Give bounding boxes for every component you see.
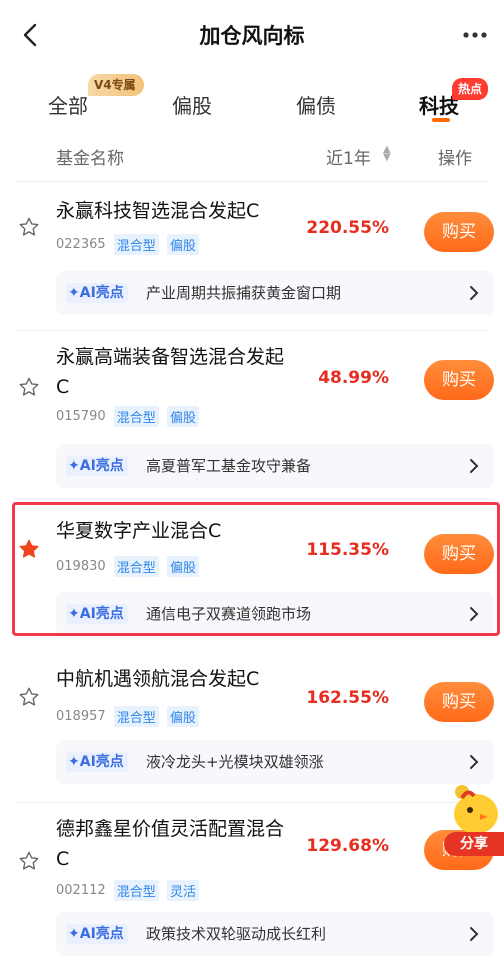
- ai-highlight-text: 高夏普军工基金攻守兼备: [146, 457, 312, 475]
- fund-meta: 002112 混合型 灵活: [56, 880, 199, 901]
- v4-exclusive-badge: V4专属: [88, 74, 144, 96]
- ai-highlight-bar[interactable]: ✦AI亮点 政策技术双轮驱动成长红利: [56, 912, 494, 956]
- row-separator: [14, 802, 490, 803]
- category-tabs: 全部 偏股 偏债 科技: [0, 70, 504, 132]
- ai-highlight-label: ✦AI亮点: [66, 456, 128, 476]
- ai-highlight-bar[interactable]: ✦AI亮点 高夏普军工基金攻守兼备: [56, 444, 494, 488]
- fund-style-tag: 偏股: [166, 406, 199, 427]
- fund-meta: 018957 混合型 偏股: [56, 706, 199, 727]
- fund-code: 002112: [56, 883, 106, 898]
- ai-highlight-text: 政策技术双轮驱动成长红利: [146, 925, 327, 943]
- row-separator: [14, 498, 490, 499]
- fund-name[interactable]: 德邦鑫星价值灵活配置混合C: [56, 814, 296, 874]
- share-button[interactable]: 分享: [444, 832, 504, 856]
- star-icon[interactable]: [18, 376, 40, 398]
- list-header: 基金名称 近1年 ▲ ▼ 操作: [0, 132, 504, 178]
- fund-name[interactable]: 永赢高端装备智选混合发起C: [56, 342, 296, 402]
- fund-return: 162.55%: [306, 688, 389, 708]
- fund-return: 220.55%: [306, 218, 389, 238]
- ai-highlight-label: ✦AI亮点: [66, 283, 128, 303]
- fund-style-tag: 灵活: [166, 880, 199, 901]
- header-fund-name: 基金名称: [56, 149, 124, 169]
- chevron-right-icon: [470, 459, 479, 473]
- fund-code: 015790: [56, 409, 106, 424]
- buy-button[interactable]: 购买: [424, 360, 494, 400]
- active-tab-indicator: [432, 118, 450, 122]
- tab-bond[interactable]: 偏债: [296, 90, 336, 119]
- top-nav-bar: 加仓风向标: [0, 0, 504, 70]
- tab-all[interactable]: 全部: [48, 90, 88, 119]
- header-divider: [14, 181, 490, 182]
- star-icon[interactable]: [18, 686, 40, 708]
- highlight-frame: [12, 502, 500, 636]
- header-action: 操作: [438, 149, 472, 169]
- fund-type-tag: 混合型: [113, 406, 159, 427]
- fund-return: 48.99%: [318, 368, 389, 388]
- buy-button[interactable]: 购买: [424, 682, 494, 722]
- fund-return: 129.68%: [306, 836, 389, 856]
- fund-code: 018957: [56, 709, 106, 724]
- hot-badge: 热点: [452, 78, 489, 100]
- fund-style-tag: 偏股: [166, 234, 199, 255]
- ai-highlight-label: ✦AI亮点: [66, 752, 128, 772]
- chevron-right-icon: [470, 755, 479, 769]
- ai-highlight-bar[interactable]: ✦AI亮点 液冷龙头+光模块双雄领涨: [56, 740, 494, 784]
- fund-name[interactable]: 中航机遇领航混合发起C: [56, 664, 306, 694]
- star-icon[interactable]: [18, 850, 40, 872]
- chevron-right-icon: [470, 286, 479, 300]
- fund-code: 022365: [56, 237, 106, 252]
- fund-style-tag: 偏股: [166, 706, 199, 727]
- fund-type-tag: 混合型: [113, 880, 159, 901]
- fund-type-tag: 混合型: [113, 234, 159, 255]
- star-icon[interactable]: [18, 216, 40, 238]
- ai-highlight-bar[interactable]: ✦AI亮点 产业周期共振捕获黄金窗口期: [56, 271, 494, 315]
- fund-name[interactable]: 永赢科技智选混合发起C: [56, 196, 306, 226]
- row-separator: [14, 330, 490, 331]
- page-title: 加仓风向标: [199, 24, 305, 48]
- buy-button[interactable]: 购买: [424, 212, 494, 252]
- sort-icon[interactable]: ▲ ▼: [383, 145, 391, 163]
- ai-highlight-text: 液冷龙头+光模块双雄领涨: [146, 753, 324, 771]
- chevron-right-icon: [470, 927, 479, 941]
- fund-meta: 022365 混合型 偏股: [56, 234, 199, 255]
- ai-highlight-label: ✦AI亮点: [66, 924, 128, 944]
- tab-equity[interactable]: 偏股: [172, 90, 212, 119]
- header-return-sort[interactable]: 近1年: [326, 144, 371, 169]
- more-options-icon[interactable]: [460, 22, 490, 48]
- ai-highlight-text: 产业周期共振捕获黄金窗口期: [146, 284, 342, 302]
- fund-type-tag: 混合型: [113, 706, 159, 727]
- fund-meta: 015790 混合型 偏股: [56, 406, 199, 427]
